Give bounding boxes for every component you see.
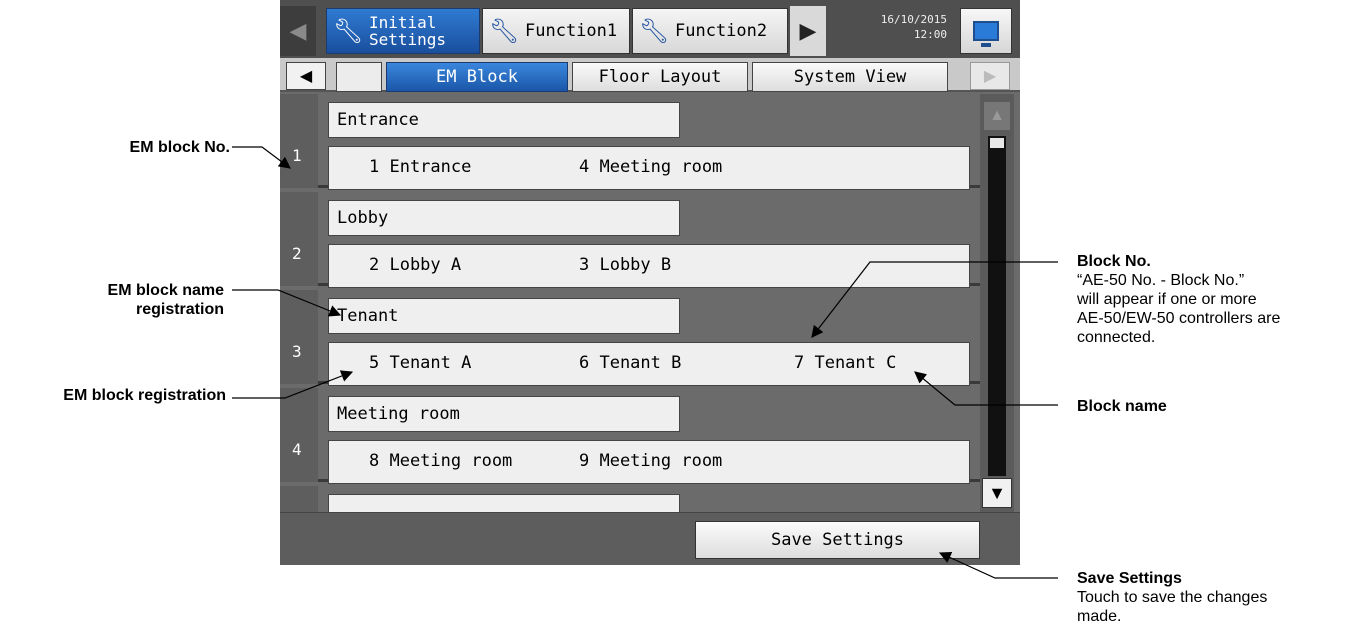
save-settings-button[interactable]: Save Settings	[695, 521, 980, 559]
row-number-cell	[280, 486, 318, 512]
subtab-next-button[interactable]: ▶	[970, 62, 1010, 90]
block-entry: 2 Lobby A	[369, 255, 462, 275]
em-block-name-field[interactable]: Entrance	[328, 102, 680, 138]
em-block-registration-field[interactable]: 1 Entrance 4 Meeting room	[328, 146, 970, 190]
scroll-rail[interactable]	[988, 136, 1006, 476]
tab-function2[interactable]: 🔧︎ Function2	[632, 8, 788, 54]
annotation-text: AE-50/EW-50 controllers are	[1077, 310, 1281, 327]
date-text: 16/10/2015	[880, 13, 947, 26]
em-block-name-field[interactable]	[328, 494, 680, 512]
triangle-right-icon: ▶	[983, 68, 997, 85]
block-entry: 4 Meeting room	[579, 157, 723, 177]
annotation-text: Touch to save the changes	[1077, 589, 1268, 606]
sub-tab-bar: ◀ EM Block Floor Layout System View ▶	[280, 58, 1020, 92]
annotation-title: Save Settings	[1077, 570, 1182, 587]
block-entry: 9 Meeting room	[579, 451, 723, 471]
subtab-floor-layout[interactable]: Floor Layout	[572, 62, 748, 92]
list-item: 3 Tenant 5 Tenant A 6 Tenant B 7 Tenant …	[280, 290, 980, 386]
em-block-name-field[interactable]: Meeting room	[328, 396, 680, 432]
tab-label: Initial Settings	[369, 14, 446, 48]
block-entry: 1 Entrance	[369, 157, 472, 177]
subtab-prev-button[interactable]: ◀	[286, 62, 326, 90]
annotation-text: connected.	[1077, 329, 1156, 346]
annotation-text: “AE-50 No. - Block No.”	[1077, 272, 1245, 289]
tab-label-line2: Settings	[369, 30, 447, 49]
annotation-text: EM block registration	[63, 387, 226, 404]
list-item: 2 Lobby 2 Lobby A 3 Lobby B	[280, 192, 980, 288]
block-entry: 8 Meeting room	[369, 451, 513, 471]
datetime-display: 16/10/2015 12:00	[835, 8, 955, 52]
em-block-number: 4	[292, 440, 302, 459]
em-block-list: 1 Entrance 1 Entrance 4 Meeting room 2 L…	[280, 94, 980, 512]
footer-bar: Save Settings	[280, 512, 1020, 565]
annotation-save-settings: Save Settings Touch to save the changes …	[1077, 569, 1362, 626]
annotation-text: registration	[135, 301, 224, 318]
controller-screen: ◀ 🔧︎ Initial Settings 🔧︎ Function1 🔧︎ Fun…	[280, 0, 1020, 565]
annotation-text: made.	[1077, 608, 1122, 625]
subtab-blank	[336, 62, 382, 92]
scrollbar[interactable]: ▲ ▼	[980, 94, 1014, 512]
block-entry: 7 Tenant C	[794, 353, 897, 373]
list-item: 1 Entrance 1 Entrance 4 Meeting room	[280, 94, 980, 190]
triangle-left-icon: ◀	[289, 18, 307, 43]
annotation-title: Block No.	[1077, 253, 1151, 270]
row-number-cell	[280, 94, 318, 188]
em-block-name-field[interactable]: Tenant	[328, 298, 680, 334]
tab-label: Function2	[675, 21, 768, 41]
subtab-label: Floor Layout	[598, 67, 722, 87]
em-block-registration-field[interactable]: 2 Lobby A 3 Lobby B	[328, 244, 970, 288]
next-arrow-button[interactable]: ▶	[790, 6, 826, 56]
subtab-label: System View	[793, 67, 907, 87]
triangle-left-icon: ◀	[299, 68, 313, 85]
annotation-text: will appear if one or more	[1077, 291, 1257, 308]
subtab-system-view[interactable]: System View	[752, 62, 948, 92]
annotation-em-block-registration: EM block registration	[0, 386, 226, 405]
em-block-name-field[interactable]: Lobby	[328, 200, 680, 236]
triangle-down-icon: ▼	[988, 482, 1006, 503]
top-bar: ◀ 🔧︎ Initial Settings 🔧︎ Function1 🔧︎ Fun…	[280, 0, 1020, 58]
annotation-block-no: Block No. “AE-50 No. - Block No.” will a…	[1077, 252, 1362, 347]
em-block-number: 3	[292, 342, 302, 361]
block-entry: 3 Lobby B	[579, 255, 672, 275]
annotation-text: EM block name	[107, 282, 224, 299]
tab-initial-settings[interactable]: 🔧︎ Initial Settings	[326, 8, 480, 54]
prev-arrow-button[interactable]: ◀	[280, 6, 316, 56]
annotation-text: EM block No.	[129, 139, 230, 156]
wrench-icon: 🔧︎	[332, 17, 364, 45]
monitor-icon	[973, 21, 999, 47]
triangle-right-icon: ▶	[799, 18, 817, 43]
scroll-thumb[interactable]	[990, 138, 1004, 148]
scroll-down-button[interactable]: ▼	[982, 478, 1012, 508]
time-text: 12:00	[913, 28, 947, 41]
tab-label: Function1	[525, 21, 618, 41]
subtab-em-block[interactable]: EM Block	[386, 62, 568, 92]
em-block-registration-field[interactable]: 5 Tenant A 6 Tenant B 7 Tenant C	[328, 342, 970, 386]
annotation-title: Block name	[1077, 398, 1167, 415]
subtab-label: EM Block	[436, 67, 518, 87]
wrench-icon: 🔧︎	[488, 17, 520, 45]
list-item	[280, 486, 980, 512]
em-block-number: 2	[292, 244, 302, 263]
em-block-registration-field[interactable]: 8 Meeting room 9 Meeting room	[328, 440, 970, 484]
wrench-icon: 🔧︎	[638, 17, 670, 45]
monitor-button[interactable]	[960, 8, 1012, 54]
row-number-cell	[280, 290, 318, 384]
list-item: 4 Meeting room 8 Meeting room 9 Meeting …	[280, 388, 980, 484]
triangle-up-icon: ▲	[989, 107, 1005, 124]
annotation-em-block-no: EM block No.	[40, 138, 230, 157]
annotation-block-name: Block name	[1077, 397, 1277, 416]
scroll-up-button[interactable]: ▲	[984, 102, 1010, 130]
tab-function1[interactable]: 🔧︎ Function1	[482, 8, 630, 54]
block-entry: 5 Tenant A	[369, 353, 472, 373]
row-number-cell	[280, 388, 318, 482]
block-entry: 6 Tenant B	[579, 353, 682, 373]
row-number-cell	[280, 192, 318, 286]
annotation-em-block-name: EM block name registration	[30, 281, 224, 319]
em-block-number: 1	[292, 146, 302, 165]
